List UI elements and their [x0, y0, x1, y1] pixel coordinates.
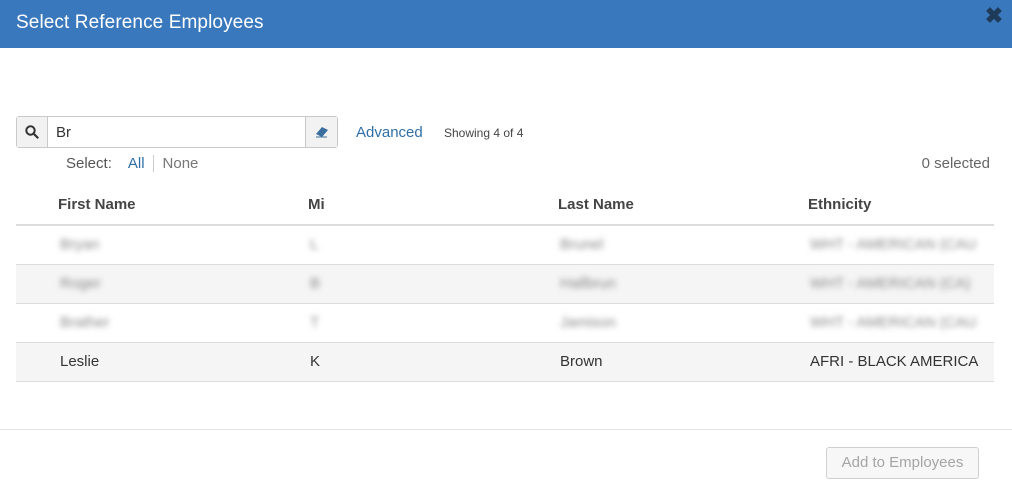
- column-header-last-name[interactable]: Last Name: [558, 196, 634, 213]
- selected-count: 0 selected: [921, 155, 990, 172]
- select-controls: Select: All None: [66, 155, 198, 172]
- column-header-ethnicity[interactable]: Ethnicity: [808, 196, 871, 213]
- table-header: First Name Mi Last Name Ethnicity: [16, 186, 994, 226]
- select-none-link[interactable]: None: [154, 155, 199, 172]
- select-all-link[interactable]: All: [128, 155, 154, 172]
- table-row[interactable]: Roger B Hallbrun WHT - AMERICAN (CA): [16, 265, 994, 304]
- column-header-mi[interactable]: Mi: [308, 196, 325, 213]
- column-header-first-name[interactable]: First Name: [58, 196, 136, 213]
- table-row[interactable]: Brather T Jamison WHT - AMERICAN (CAU: [16, 304, 994, 343]
- employees-table: First Name Mi Last Name Ethnicity Bryan …: [16, 186, 994, 382]
- cell-ethnicity: WHT - AMERICAN (CAU: [810, 314, 977, 331]
- cell-ethnicity: AFRI - BLACK AMERICA: [810, 353, 979, 370]
- cell-ethnicity: WHT - AMERICAN (CAU: [810, 236, 977, 253]
- cell-first-name: Leslie: [60, 353, 100, 370]
- add-to-employees-button[interactable]: Add to Employees: [826, 447, 979, 479]
- cell-ethnicity: WHT - AMERICAN (CA): [810, 275, 971, 292]
- close-icon[interactable]: ✖: [984, 5, 1004, 27]
- search-box: [16, 116, 338, 148]
- eraser-icon[interactable]: [305, 117, 337, 147]
- select-label: Select:: [66, 155, 112, 172]
- table-row[interactable]: Bryan L Brunel WHT - AMERICAN (CAU: [16, 226, 994, 265]
- cell-last-name: Brown: [560, 353, 603, 370]
- cell-last-name: Jamison: [560, 314, 616, 331]
- cell-first-name: Bryan: [60, 236, 100, 253]
- cell-last-name: Brunel: [560, 236, 604, 253]
- advanced-link[interactable]: Advanced: [356, 124, 423, 141]
- cell-mi: K: [310, 353, 321, 370]
- cell-mi: B: [310, 275, 321, 292]
- dialog-title: Select Reference Employees: [16, 12, 264, 33]
- cell-first-name: Roger: [60, 275, 101, 292]
- table-row[interactable]: Leslie K Brown AFRI - BLACK AMERICA: [16, 343, 994, 382]
- cell-mi: T: [310, 314, 320, 331]
- dialog-header: Select Reference Employees ✖: [0, 0, 1012, 48]
- cell-first-name: Brather: [60, 314, 110, 331]
- result-count: Showing 4 of 4: [444, 126, 524, 140]
- cell-mi: L: [310, 236, 319, 253]
- cell-last-name: Hallbrun: [560, 275, 616, 292]
- footer-divider: [0, 429, 1012, 430]
- search-input[interactable]: [48, 117, 306, 147]
- search-icon[interactable]: [17, 117, 48, 147]
